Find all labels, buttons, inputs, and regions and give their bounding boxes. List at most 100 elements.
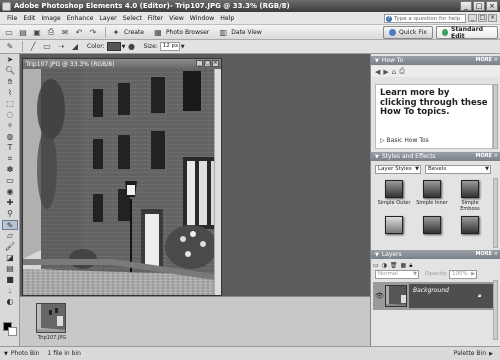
menu-enhance[interactable]: Enhance [64, 15, 97, 22]
style-category-select[interactable]: Layer Styles ▼ [375, 165, 421, 174]
opacity-input[interactable]: 100% ▶ [449, 270, 477, 279]
straighten-tool-icon[interactable]: ▭ [2, 176, 18, 186]
crop-tool-icon[interactable]: ⌗ [2, 154, 18, 164]
sponge-tool-icon[interactable]: ◐ [2, 297, 18, 307]
shape-tool-icon[interactable]: ■ [2, 275, 18, 285]
layer-name[interactable]: Background 🔒︎ [409, 284, 493, 308]
clone-stamp-icon[interactable]: ⚲ [2, 209, 18, 219]
layer-row-background[interactable]: 👁︎ Background 🔒︎ [373, 282, 493, 310]
new-layer-icon[interactable]: ▭ [373, 262, 379, 269]
color-swatches[interactable] [3, 322, 17, 336]
email-icon[interactable]: ✉ [59, 27, 71, 38]
print-icon[interactable]: ⎙ [45, 27, 57, 38]
size-input[interactable]: 12 px [159, 42, 180, 51]
chevron-down-icon[interactable]: ▼ [181, 44, 185, 50]
lock-icon[interactable]: 🔒︎ [409, 262, 412, 270]
lock-transparent-icon[interactable]: ▦ [401, 262, 407, 269]
collapse-triangle-icon[interactable]: ▼ [375, 58, 379, 64]
blur-tool-icon[interactable]: 💧︎ [2, 286, 18, 296]
style-item[interactable] [377, 214, 411, 246]
howto-more-button[interactable]: MORE [476, 57, 493, 63]
eraser-tool-icon[interactable]: ▱ [2, 231, 18, 241]
style-item[interactable] [415, 214, 449, 246]
doc-restore-icon[interactable]: □ [478, 14, 487, 22]
menu-image[interactable]: Image [38, 15, 63, 22]
styles-more-button[interactable]: MORE [476, 153, 493, 159]
new-file-icon[interactable]: ▭ [3, 27, 15, 38]
trash-icon[interactable]: 🗑︎ [390, 262, 398, 269]
visibility-eye-icon[interactable]: 👁︎ [375, 292, 384, 300]
maximize-button[interactable]: □ [473, 1, 485, 11]
brush-size-icon[interactable]: ● [125, 41, 137, 52]
line-tool-icon[interactable]: ╱ [27, 41, 39, 52]
pencil-tool-preset-icon[interactable]: ✎ [4, 41, 16, 52]
photo-thumbnail[interactable] [36, 303, 66, 333]
shape-tool-icon[interactable]: ▭ [41, 41, 53, 52]
eyedropper-tool-icon[interactable]: ⌇ [2, 88, 18, 98]
photo-browser-button[interactable]: Photo Browser [166, 29, 209, 36]
menu-help[interactable]: Help [217, 15, 237, 22]
styles-palette-header[interactable]: ▼ Styles and Effects MORE × [371, 152, 500, 161]
quick-fix-button[interactable]: Quick Fix [383, 26, 433, 39]
brush-tool-icon[interactable]: 🖌︎ [2, 242, 18, 252]
doc-minimize-icon[interactable]: _ [196, 60, 203, 67]
photo-canvas[interactable] [23, 69, 221, 295]
style-simple-inner[interactable]: Simple Inner [415, 178, 449, 210]
doc-close-icon[interactable]: × [488, 14, 497, 22]
photo-bin-toggle[interactable]: Photo Bin [11, 350, 40, 357]
help-search-input[interactable]: ? Type a question for help [384, 14, 466, 23]
redo-icon[interactable]: ↷ [87, 27, 99, 38]
layers-scrollbar[interactable] [493, 280, 498, 340]
collapse-triangle-icon[interactable]: ▼ [375, 252, 379, 258]
open-folder-icon[interactable]: ▤ [17, 27, 29, 38]
doc-minimize-icon[interactable]: _ [468, 14, 477, 22]
arrow-tool-icon[interactable]: ➝ [55, 41, 67, 52]
hand-tool-icon[interactable]: ✋︎ [2, 77, 18, 87]
document-scrollbar[interactable] [214, 69, 221, 295]
style-simple-emboss[interactable]: Simple Emboss [453, 178, 487, 212]
adjustment-layer-icon[interactable]: ◑ [382, 262, 387, 269]
move-tool-icon[interactable]: ➤ [2, 55, 18, 65]
create-button[interactable]: Create [124, 29, 144, 36]
menu-layer[interactable]: Layer [96, 15, 119, 22]
back-icon[interactable]: ◀ [375, 68, 380, 76]
close-icon[interactable]: × [494, 251, 498, 257]
selection-brush-icon[interactable]: ◍ [2, 132, 18, 142]
create-icon[interactable]: ✦ [110, 27, 122, 38]
marquee-tool-icon[interactable]: ⬚ [2, 99, 18, 109]
palette-bin-toggle[interactable]: Palette Bin [454, 350, 486, 357]
layers-palette-header[interactable]: ▼ Layers MORE × [371, 250, 500, 259]
menu-view[interactable]: View [166, 15, 187, 22]
cookie-cutter-icon[interactable]: ✽ [2, 165, 18, 175]
forward-icon[interactable]: ▶ [383, 68, 388, 76]
document-title-bar[interactable]: Trip107.JPG @ 33.3% (RGB/8) _ □ × [23, 59, 221, 69]
undo-icon[interactable]: ↶ [73, 27, 85, 38]
blend-mode-select[interactable]: Normal ▼ [375, 270, 419, 279]
menu-select[interactable]: Select [120, 15, 145, 22]
palette-bin-toggle-icon[interactable]: ▶ [489, 351, 493, 357]
close-icon[interactable]: × [494, 153, 498, 159]
style-item[interactable] [453, 214, 487, 246]
close-button[interactable]: × [486, 1, 498, 11]
lasso-tool-icon[interactable]: ◌ [2, 110, 18, 120]
doc-maximize-icon[interactable]: □ [204, 60, 211, 67]
howto-scrollbar[interactable] [493, 84, 498, 149]
color-swatch[interactable] [106, 42, 121, 51]
print-icon[interactable]: ⎙ [399, 67, 405, 76]
red-eye-tool-icon[interactable]: ◉ [2, 187, 18, 197]
date-view-icon[interactable]: ▥ [217, 27, 229, 38]
photo-bin-toggle-icon[interactable]: ▼ [4, 351, 8, 357]
style-subcategory-select[interactable]: Bevels ▼ [425, 165, 491, 174]
healing-brush-icon[interactable]: ✚ [2, 198, 18, 208]
close-icon[interactable]: × [494, 57, 498, 63]
pencil-tool-icon[interactable]: ✎ [2, 220, 18, 230]
photo-browser-icon[interactable]: ▦ [152, 27, 164, 38]
menu-file[interactable]: File [4, 15, 20, 22]
doc-close-icon[interactable]: × [212, 60, 219, 67]
type-tool-icon[interactable]: T [2, 143, 18, 153]
collapse-triangle-icon[interactable]: ▼ [375, 154, 379, 160]
magic-wand-icon[interactable]: ✧ [2, 121, 18, 131]
zoom-tool-icon[interactable]: 🔍︎ [2, 66, 18, 76]
menu-filter[interactable]: Filter [145, 15, 166, 22]
date-view-button[interactable]: Date View [231, 29, 262, 36]
